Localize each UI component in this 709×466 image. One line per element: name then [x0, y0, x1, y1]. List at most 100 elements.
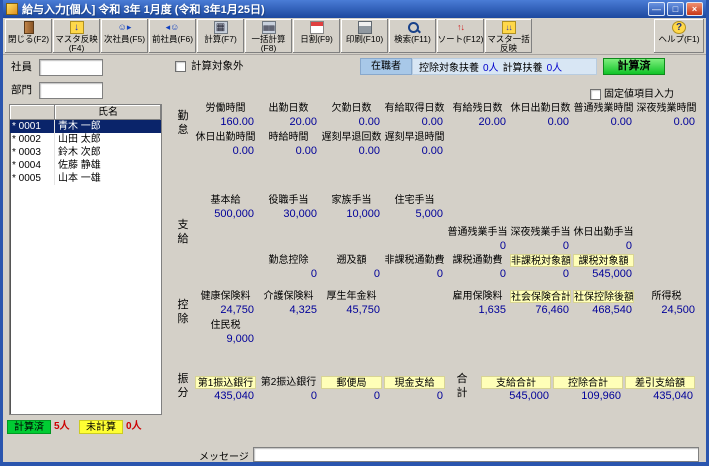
- field-value[interactable]: 4,325: [258, 304, 319, 317]
- employment-status-badge: 在職者: [360, 58, 412, 75]
- field-value[interactable]: 500,000: [195, 208, 256, 221]
- close-icon[interactable]: [686, 2, 703, 16]
- field-value[interactable]: 45,750: [321, 304, 382, 317]
- employee-row[interactable]: * 0003鈴木 次郎: [10, 146, 161, 159]
- button-label: 一括計算(F8): [245, 35, 292, 53]
- employee-code: * 0004: [10, 159, 55, 172]
- employee-row[interactable]: * 0001青木 一郎: [10, 120, 161, 133]
- field-value[interactable]: 468,540: [573, 304, 634, 317]
- field-label: 休日出勤日数: [510, 102, 571, 115]
- button-label: ソート(F12): [438, 35, 484, 44]
- minimize-button[interactable]: [648, 2, 665, 16]
- field-label: 遅刻早退時間: [384, 131, 445, 144]
- field-value[interactable]: 0.00: [510, 116, 571, 129]
- field-value[interactable]: 0: [258, 390, 319, 403]
- button-label: 次社員(F5): [104, 35, 145, 44]
- employee-field-label: 社員: [11, 60, 32, 75]
- field-value[interactable]: 0: [321, 390, 382, 403]
- daily-rate-button[interactable]: 日割(F9): [293, 19, 340, 53]
- button-label: マスタ一括反映: [485, 35, 532, 53]
- calculated-status-button[interactable]: 計算済: [603, 58, 665, 75]
- exclude-from-calc-checkbox[interactable]: [175, 61, 186, 72]
- calculated-status-chip: 計算済: [7, 420, 51, 434]
- field-value[interactable]: 0.00: [384, 145, 445, 158]
- next-employee-button[interactable]: 次社員(F5): [101, 19, 148, 53]
- button-label: 閉じる(F2): [8, 35, 49, 44]
- print-button[interactable]: 印刷(F10): [341, 19, 388, 53]
- field-value[interactable]: 9,000: [195, 333, 256, 346]
- field-value[interactable]: 0: [447, 268, 508, 281]
- field-value[interactable]: 0: [258, 268, 319, 281]
- department-field-label: 部門: [11, 83, 32, 98]
- field-value[interactable]: 5,000: [384, 208, 445, 221]
- employee-row[interactable]: * 0004佐藤 静雄: [10, 159, 161, 172]
- help-button[interactable]: ヘルプ(F1): [654, 19, 704, 53]
- search-button[interactable]: 検索(F11): [389, 19, 436, 53]
- fixed-value-input-label: 固定値項目入力: [604, 87, 674, 102]
- field-value[interactable]: 76,460: [510, 304, 571, 317]
- employee-name: 山田 太郎: [55, 133, 161, 146]
- field-value[interactable]: 0.00: [258, 145, 319, 158]
- maximize-button[interactable]: [667, 2, 684, 16]
- person-next-icon: [118, 21, 132, 34]
- field-value: 545,000: [481, 390, 551, 403]
- field-value[interactable]: 0: [321, 268, 382, 281]
- employee-row[interactable]: * 0005山本 一雄: [10, 172, 161, 185]
- field-value[interactable]: 0: [384, 390, 445, 403]
- field-value[interactable]: 20.00: [447, 116, 508, 129]
- field-label: 勤怠控除: [258, 254, 319, 267]
- close-window-button[interactable]: 閉じる(F2): [5, 19, 52, 53]
- batch-calculate-button[interactable]: 一括計算(F8): [245, 19, 292, 53]
- field-value[interactable]: 1,635: [447, 304, 508, 317]
- title-bar[interactable]: 給与入力[個人] 令和 3年 1月度 (令和 3年1月25日): [3, 0, 706, 18]
- employee-list[interactable]: 氏名 * 0001青木 一郎 * 0002山田 太郎 * 0003鈴木 次郎 *…: [9, 104, 162, 415]
- master-batch-icon: [502, 21, 516, 34]
- field-value[interactable]: 30,000: [258, 208, 319, 221]
- calculator-icon: [214, 21, 228, 34]
- field-label: 非課税対象額: [510, 254, 571, 267]
- field-value[interactable]: 0.00: [321, 145, 382, 158]
- field-label: 第1振込銀行: [195, 376, 256, 389]
- field-value[interactable]: 0: [447, 240, 508, 253]
- field-value[interactable]: 0.00: [321, 116, 382, 129]
- code-column-header: [10, 105, 55, 120]
- prev-employee-button[interactable]: 前社員(F6): [149, 19, 196, 53]
- master-reflect-button[interactable]: マスタ反映(F4): [53, 19, 100, 53]
- field-label: 休日出勤手当: [573, 226, 634, 239]
- field-label: 深夜残業時間: [636, 102, 697, 115]
- employee-code-input[interactable]: [39, 59, 103, 76]
- field-value[interactable]: 0.00: [384, 116, 445, 129]
- employee-code: * 0001: [10, 120, 55, 133]
- employee-row[interactable]: * 0002山田 太郎: [10, 133, 161, 146]
- dependents-count: 0人: [483, 59, 499, 74]
- field-value[interactable]: 10,000: [321, 208, 382, 221]
- field-value[interactable]: 435,040: [195, 390, 256, 403]
- field-value[interactable]: 0: [384, 268, 445, 281]
- master-batch-reflect-button[interactable]: マスタ一括反映: [485, 19, 532, 53]
- fixed-value-input-checkbox[interactable]: [590, 89, 601, 100]
- field-label: 控除合計: [553, 376, 623, 389]
- calculate-button[interactable]: 計算(F7): [197, 19, 244, 53]
- field-value[interactable]: 545,000: [573, 268, 634, 281]
- field-label: 住宅手当: [384, 194, 445, 207]
- field-value[interactable]: 160.00: [195, 116, 256, 129]
- field-label: 欠勤日数: [321, 102, 382, 115]
- field-value[interactable]: 0: [510, 240, 571, 253]
- button-label: マスタ反映(F4): [53, 35, 100, 53]
- field-value[interactable]: 0.00: [573, 116, 634, 129]
- field-value[interactable]: 0: [510, 268, 571, 281]
- field-value[interactable]: 0.00: [636, 116, 697, 129]
- field-value[interactable]: 0.00: [195, 145, 256, 158]
- sort-button[interactable]: ソート(F12): [437, 19, 484, 53]
- exclude-from-calc-label: 計算対象外: [191, 59, 244, 74]
- button-label: 日割(F9): [300, 35, 333, 44]
- field-value[interactable]: 0: [573, 240, 634, 253]
- message-input[interactable]: [253, 447, 699, 462]
- field-label: 住民税: [195, 319, 256, 332]
- field-value[interactable]: 24,500: [636, 304, 697, 317]
- button-label: ヘルプ(F1): [658, 35, 699, 44]
- field-value[interactable]: 20.00: [258, 116, 319, 129]
- department-input[interactable]: [39, 82, 103, 99]
- employee-code: * 0005: [10, 172, 55, 185]
- field-value[interactable]: 24,750: [195, 304, 256, 317]
